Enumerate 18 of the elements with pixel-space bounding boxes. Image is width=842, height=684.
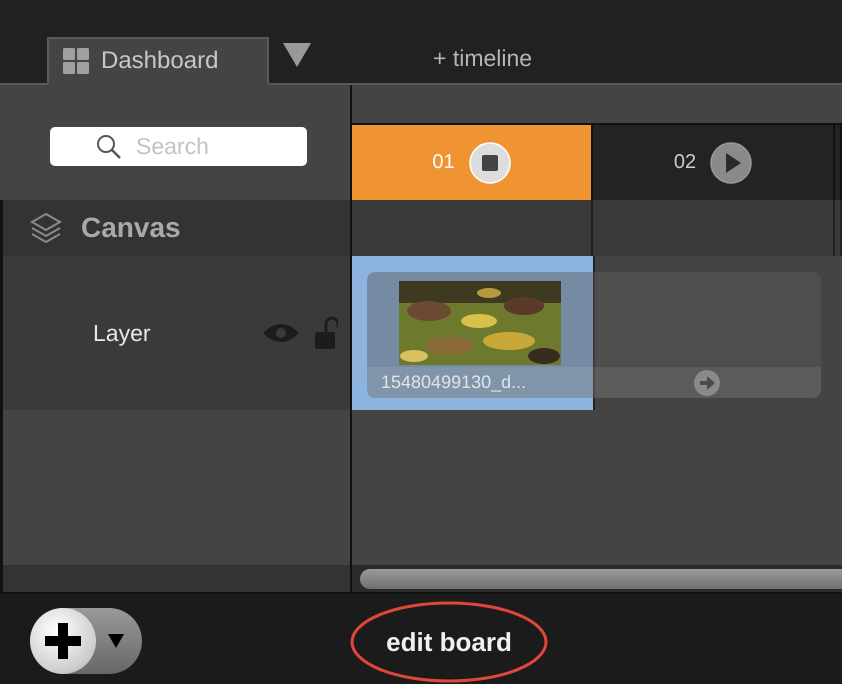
column-number: 02 <box>674 151 696 174</box>
dropdown-icon[interactable] <box>283 43 311 67</box>
grid-icon <box>63 48 89 74</box>
dashboard-tab[interactable]: Dashboard <box>47 37 269 85</box>
plus-icon <box>45 623 81 659</box>
play-button[interactable] <box>710 142 752 184</box>
add-timeline-button[interactable]: + timeline <box>433 43 532 73</box>
layers-icon <box>29 211 63 245</box>
search-icon <box>96 134 122 160</box>
column-number: 01 <box>432 151 455 174</box>
layer-name: Layer <box>93 320 152 346</box>
caret-icon <box>108 634 124 648</box>
search-field[interactable]: Search <box>50 127 307 166</box>
stop-button[interactable] <box>468 142 511 184</box>
scrollbar[interactable] <box>360 568 842 588</box>
group-label: Canvas <box>81 212 181 244</box>
clip-title: 15480499130_d... <box>380 372 528 393</box>
arrow-right-icon[interactable] <box>693 368 721 396</box>
